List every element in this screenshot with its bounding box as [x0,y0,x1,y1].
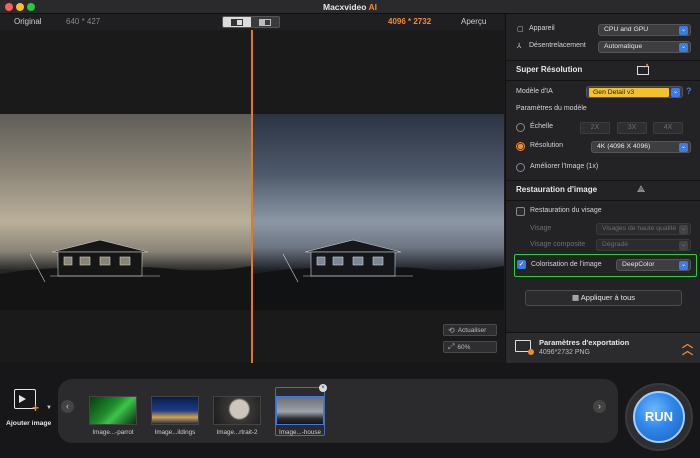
device-value: CPU and GPU [604,26,649,33]
refresh-label: Actualiser [457,326,487,334]
title-bar: Macxvideo AI [0,0,700,14]
comparison-divider-handle[interactable] [251,30,253,363]
scroll-right-button[interactable]: › [593,400,606,413]
scale-4x-button[interactable]: 4X [653,122,683,134]
thumbnail-label: Image...-parrot [92,429,134,436]
refresh-button[interactable]: ⟲ Actualiser [443,324,497,336]
super-resolution-icon [637,62,649,75]
app-title: Macxvideo AI [322,2,377,12]
chevron-down-icon: ⌄ [679,241,688,250]
plus-icon: + [32,401,40,415]
deinterlace-label: Désentrelacement [529,42,586,49]
face-restoration-label: Restauration du visage [530,207,602,214]
chevron-down-icon[interactable]: ▼ [46,405,52,411]
thumbnail-label: Image...rtrait-2 [216,429,258,436]
visage-value: Visages de haute qualité [602,225,677,232]
device-label: Appareil [529,25,555,32]
divider [506,180,700,181]
deinterlace-value: Automatique [604,43,643,50]
resolution-radio[interactable] [516,142,525,151]
original-size: 640 * 427 [66,17,101,26]
help-icon[interactable]: ? [686,86,692,96]
chevron-down-icon: ⌄ [671,88,680,97]
improve-image-label: Améliorer l'Image (1x) [530,163,599,170]
thumbnail-label: Image...-house [278,429,321,436]
ai-model-select[interactable]: Gen Detail v3 ⌄ [586,86,683,98]
colorization-value: DeepColor [622,261,655,268]
output-size: 4096 * 2732 [388,17,432,26]
split-view-icon [231,18,243,26]
add-image-button[interactable]: + ▼ Ajouter image [6,389,58,429]
colorization-checkbox[interactable]: ✓ [517,260,526,269]
thumbnail-label: Image...ildings [154,429,196,436]
face-restoration-checkbox[interactable] [516,207,525,216]
bottom-bar: + ▼ Ajouter image ‹ › Image...-parrot Im… [0,363,700,458]
zoom-icon: ⤢ [448,342,455,351]
scale-label: Échelle [530,123,553,130]
resolution-select[interactable]: 4K (4096 X 4096) ⌄ [591,141,691,153]
deinterlace-select[interactable]: Automatique ⌄ [598,41,691,53]
preview-header: Original 640 * 427 4096 * 2732 Aperçu [0,14,504,30]
settings-panel: ▢ Appareil CPU and GPU ⌄ ⅄ Désentrelacem… [505,14,700,363]
original-image [0,114,251,310]
divider [506,80,700,81]
colorization-select[interactable]: DeepColor ⌄ [616,259,691,271]
device-icon: ▢ [517,26,524,33]
colorization-label: Colorisation de l'image [531,261,602,268]
run-button[interactable]: RUN [633,391,685,443]
chevron-down-icon: ⌄ [679,26,688,35]
divider [506,60,700,61]
deinterlace-icon: ⅄ [517,43,522,50]
restoration-icon: ⟁ [637,184,646,194]
chevron-up-icon[interactable]: ︿ ︿ [682,339,693,357]
split-view-button[interactable] [223,17,251,27]
device-select[interactable]: CPU and GPU ⌄ [598,24,691,36]
scale-radio[interactable] [516,123,525,132]
composite-label: Visage composite [530,241,586,248]
side-by-side-view-button[interactable] [251,17,279,27]
chevron-down-icon: ⌄ [679,225,688,234]
super-resolution-title: Super Résolution [516,65,583,74]
preview-label: Aperçu [461,17,487,26]
apply-to-all-button[interactable]: ▦ Appliquer à tous [525,290,682,306]
model-params-label: Paramètres du modèle [516,105,587,112]
thumbnail-portrait[interactable] [213,396,261,425]
side-by-side-icon [259,18,271,26]
visage-select[interactable]: Visages de haute qualité ⌄ [596,223,691,235]
chevron-down-icon: ⌄ [679,261,688,270]
thumbnail-parrot[interactable] [89,396,137,425]
resolution-label: Résolution [530,142,564,149]
colorized-preview-image [253,114,504,310]
refresh-icon: ⟲ [448,325,455,335]
composite-select[interactable]: Dégradé ⌄ [596,239,691,251]
remove-thumbnail-icon[interactable]: × [319,384,327,392]
thumbnail-house[interactable] [276,396,324,425]
export-subtitle: 4096*2732 PNG [539,349,590,356]
scale-2x-button[interactable]: 2X [580,122,610,134]
composite-value: Dégradé [602,241,629,248]
export-settings-icon [515,340,534,355]
restoration-title: Restauration d'image [516,185,598,194]
resolution-value: 4K (4096 X 4096) [597,143,651,150]
scale-3x-button[interactable]: 3X [617,122,647,134]
preview-area[interactable]: ⟲ Actualiser ⤢ 60% [0,30,504,363]
original-label: Original [14,17,42,26]
thumbnail-buildings[interactable] [151,396,199,425]
zoom-control[interactable]: ⤢ 60% [443,341,497,353]
improve-image-radio[interactable] [516,163,525,172]
ai-model-value: Gen Detail v3 [589,88,669,97]
apply-all-icon: ▦ [572,293,580,302]
zoom-level: 60% [457,343,471,351]
export-settings-bar[interactable]: Paramètres d'exportation 4096*2732 PNG ︿… [506,332,700,363]
apply-all-label: Appliquer à tous [580,293,635,302]
divider [506,200,700,201]
chevron-down-icon: ⌄ [679,43,688,52]
add-image-label: Ajouter image [6,420,52,427]
export-title: Paramètres d'exportation [539,338,630,347]
view-mode-toggle [222,16,280,28]
chevron-down-icon: ⌄ [679,143,688,152]
ai-model-label: Modèle d'IA [516,88,553,95]
visage-label: Visage [530,225,552,232]
scroll-left-button[interactable]: ‹ [61,400,74,413]
